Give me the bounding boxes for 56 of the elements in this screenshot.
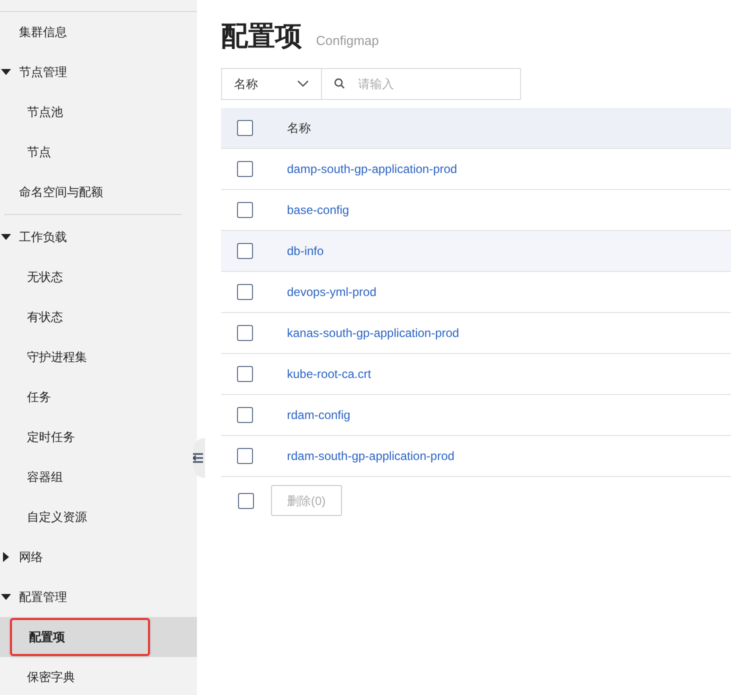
nav-item[interactable]: 配置项 <box>10 618 150 656</box>
caret-down-icon <box>1 594 11 600</box>
nav-section[interactable]: 节点管理 <box>0 52 197 92</box>
configmap-link[interactable]: base-config <box>287 200 350 218</box>
collapse-icon <box>193 453 203 463</box>
checkbox[interactable] <box>237 324 253 340</box>
page-subtitle: Configmap <box>316 32 379 50</box>
nav-item[interactable]: 有状态 <box>27 308 63 326</box>
checkbox[interactable] <box>237 160 253 176</box>
table-row[interactable]: damp-south-gp-application-prod <box>221 148 731 190</box>
nav-item[interactable]: 容器组 <box>27 468 63 486</box>
configmap-link[interactable]: rdam-south-gp-application-prod <box>287 446 454 464</box>
checkbox[interactable] <box>237 284 253 300</box>
caret-right-icon <box>3 552 9 562</box>
nav-item[interactable]: 守护进程集 <box>27 348 87 366</box>
caret-down-icon <box>1 69 11 75</box>
column-header: 名称 <box>287 120 311 136</box>
nav-item[interactable]: 保密字典 <box>27 668 75 686</box>
nav-section[interactable]: 配置管理 <box>0 577 197 617</box>
nav-item[interactable]: 节点池 <box>27 103 63 121</box>
table-row[interactable]: rdam-config <box>221 394 731 436</box>
nav-item[interactable]: 节点 <box>27 143 51 161</box>
collapse-handle[interactable] <box>193 438 205 478</box>
table-row[interactable]: kanas-south-gp-application-prod <box>221 312 731 354</box>
table-row[interactable]: kube-root-ca.crt <box>221 354 731 394</box>
configmap-link[interactable]: kanas-south-gp-application-prod <box>287 324 460 342</box>
table-row[interactable]: devops-yml-prod <box>221 272 731 312</box>
configmap-link[interactable]: db-info <box>287 242 324 260</box>
nav-section[interactable]: 工作负载 <box>0 217 197 257</box>
checkbox[interactable] <box>237 448 253 464</box>
nav-item[interactable]: 自定义资源 <box>27 508 87 526</box>
nav-item[interactable]: 集群信息 <box>0 12 197 52</box>
table-row[interactable]: db-info <box>221 230 731 272</box>
nav-item[interactable]: 任务 <box>27 388 51 406</box>
caret-down-icon <box>1 234 11 240</box>
configmap-link[interactable]: damp-south-gp-application-prod <box>287 160 458 178</box>
checkbox[interactable] <box>237 366 253 382</box>
checkbox[interactable] <box>238 492 254 508</box>
checkbox[interactable] <box>237 242 253 258</box>
configmap-link[interactable]: rdam-config <box>287 406 350 424</box>
nav-item[interactable]: 无状态 <box>27 268 63 286</box>
checkbox[interactable] <box>237 202 253 218</box>
configmap-link[interactable]: devops-yml-prod <box>287 282 376 300</box>
nav-section[interactable]: 网络 <box>0 537 197 577</box>
table-row[interactable]: base-config <box>221 190 731 230</box>
field-select[interactable]: 名称 <box>221 68 322 100</box>
checkbox[interactable] <box>237 406 253 422</box>
table-row[interactable]: rdam-south-gp-application-prod <box>221 436 731 476</box>
chevron-down-icon <box>297 80 309 87</box>
checkbox[interactable] <box>237 120 253 136</box>
page-title: 配置项 <box>221 20 302 53</box>
configmap-link[interactable]: kube-root-ca.crt <box>287 364 372 382</box>
search-icon <box>334 78 345 88</box>
search-field[interactable]: 请输入 <box>322 68 521 100</box>
nav-item[interactable]: 命名空间与配额 <box>0 172 197 212</box>
nav-item[interactable]: 定时任务 <box>27 428 75 446</box>
